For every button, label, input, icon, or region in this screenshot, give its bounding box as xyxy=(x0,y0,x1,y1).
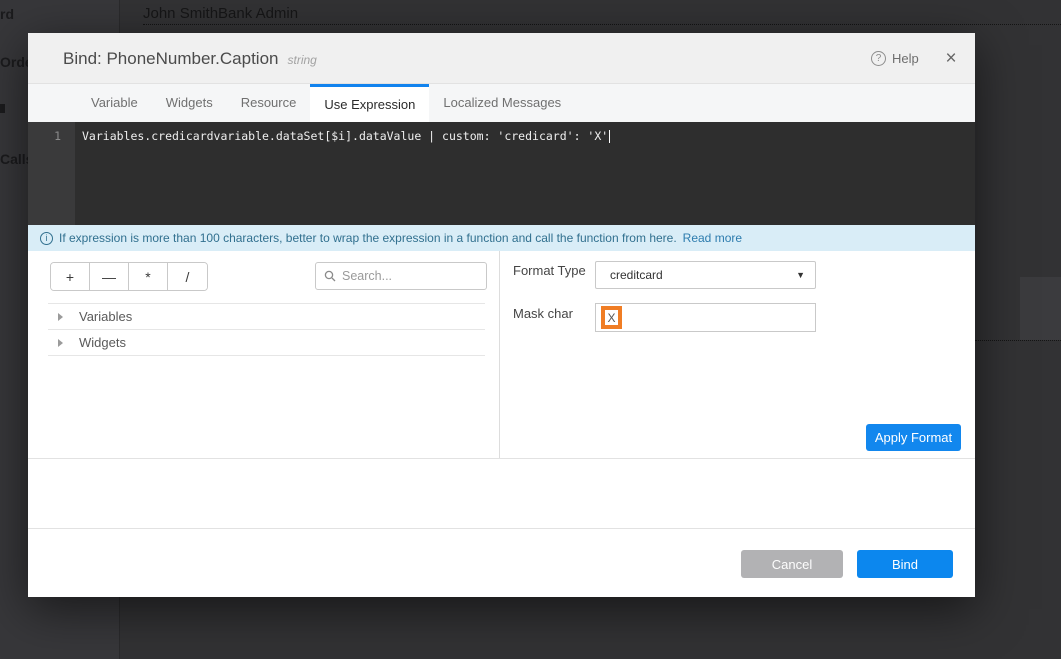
tab-resource[interactable]: Resource xyxy=(227,84,311,122)
close-icon[interactable]: × xyxy=(931,33,971,84)
dialog-footer: Cancel Bind xyxy=(28,528,975,597)
background-right-panel xyxy=(1020,277,1061,340)
format-type-select[interactable]: creditcard ▼ xyxy=(595,261,816,289)
editor-line-number: 1 xyxy=(28,122,75,225)
search-input[interactable]: Search... xyxy=(315,262,487,290)
sidebar-item-fragment xyxy=(0,104,5,113)
read-more-link[interactable]: Read more xyxy=(683,231,742,245)
bind-dialog: Bind: PhoneNumber.Caption string ? Help … xyxy=(28,33,975,597)
cancel-button[interactable]: Cancel xyxy=(741,550,843,578)
tree-item-variables[interactable]: Variables xyxy=(48,303,485,329)
tab-widgets[interactable]: Widgets xyxy=(152,84,227,122)
expression-left-panel: + — * / Search... Variables W xyxy=(28,251,500,458)
bind-button[interactable]: Bind xyxy=(857,550,953,578)
info-text: If expression is more than 100 character… xyxy=(59,231,677,245)
format-type-label: Format Type xyxy=(513,263,586,278)
operator-divide-button[interactable]: / xyxy=(168,263,207,290)
bind-source-tree: Variables Widgets xyxy=(48,303,485,356)
dialog-title: Bind: PhoneNumber.Caption xyxy=(63,49,278,69)
background-page-title: John SmithBank Admin xyxy=(143,5,298,22)
mask-char-value-highlighted: X xyxy=(601,306,622,329)
dialog-tabs: Variable Widgets Resource Use Expression… xyxy=(28,84,975,122)
help-icon: ? xyxy=(871,51,886,66)
chevron-right-icon xyxy=(58,339,63,347)
operator-plus-button[interactable]: + xyxy=(51,263,90,290)
mask-char-input[interactable]: X xyxy=(595,303,816,332)
dialog-header: Bind: PhoneNumber.Caption string ? Help … xyxy=(28,33,975,84)
operator-button-group: + — * / xyxy=(50,262,208,291)
dialog-title-type-badge: string xyxy=(287,50,316,67)
editor-code-line[interactable]: Variables.credicardvariable.dataSet[$i].… xyxy=(75,122,975,225)
search-placeholder: Search... xyxy=(342,269,392,283)
info-icon: i xyxy=(40,232,53,245)
tree-item-label: Widgets xyxy=(79,335,126,350)
text-cursor xyxy=(609,130,610,143)
dialog-body-spacer xyxy=(28,459,975,528)
search-icon xyxy=(324,270,336,282)
apply-format-button[interactable]: Apply Format xyxy=(866,424,961,451)
mask-char-label: Mask char xyxy=(513,306,573,321)
expression-editor[interactable]: 1 Variables.credicardvariable.dataSet[$i… xyxy=(28,122,975,225)
operator-multiply-button[interactable]: * xyxy=(129,263,168,290)
tree-item-label: Variables xyxy=(79,309,132,324)
sidebar-item-dashboard: rd xyxy=(0,6,14,22)
format-panel: Format Type creditcard ▼ Mask char X App… xyxy=(500,251,975,458)
help-button[interactable]: ? Help xyxy=(871,33,919,84)
dialog-title-wrap: Bind: PhoneNumber.Caption string xyxy=(63,33,317,84)
chevron-right-icon xyxy=(58,313,63,321)
chevron-down-icon: ▼ xyxy=(796,270,805,280)
dialog-body: + — * / Search... Variables W xyxy=(28,251,975,459)
background-widget-dotted-border xyxy=(143,24,1061,25)
tab-variable[interactable]: Variable xyxy=(77,84,152,122)
help-label: Help xyxy=(892,51,919,66)
tab-localized-messages[interactable]: Localized Messages xyxy=(429,84,575,122)
expression-text: Variables.credicardvariable.dataSet[$i].… xyxy=(82,129,608,143)
operator-minus-button[interactable]: — xyxy=(90,263,129,290)
background-right-dotted-border xyxy=(975,340,1061,341)
info-bar: i If expression is more than 100 charact… xyxy=(28,225,975,251)
format-type-value: creditcard xyxy=(610,268,663,282)
tab-use-expression[interactable]: Use Expression xyxy=(310,84,429,122)
tree-item-widgets[interactable]: Widgets xyxy=(48,329,485,355)
